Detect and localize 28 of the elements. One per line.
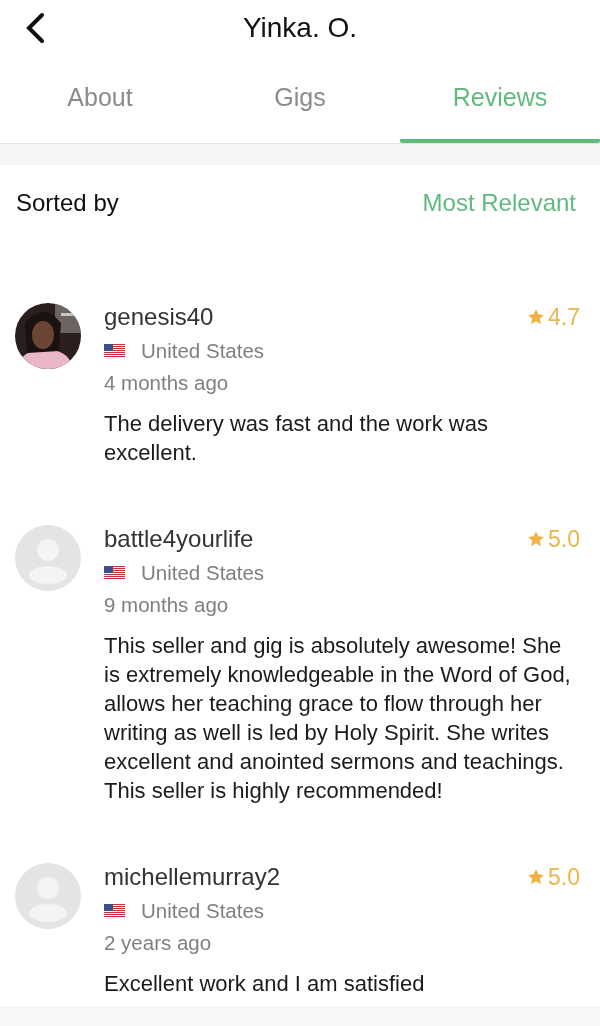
- review-time: 4 months ago: [104, 371, 230, 395]
- avatar-placeholder-icon: [15, 525, 81, 591]
- profile-title: Yinka. O.: [242, 11, 358, 44]
- reviewer-name: michellemurray2: [104, 863, 281, 891]
- tab[interactable]: About: [0, 55, 200, 143]
- star-icon: [527, 308, 545, 326]
- country-name: United States: [141, 899, 265, 923]
- star-icon: [527, 868, 545, 886]
- reviewer-name: genesis40: [104, 303, 214, 331]
- avatar-placeholder-icon: [15, 863, 81, 929]
- country-name: United States: [141, 339, 265, 363]
- star-icon: [527, 530, 545, 548]
- flag-icon: [104, 344, 125, 358]
- rating-value: 5.0: [548, 863, 580, 891]
- rating-value: 5.0: [548, 525, 580, 553]
- flag-icon: [104, 566, 125, 580]
- tab[interactable]: Gigs: [200, 55, 400, 143]
- review-text: The delivery was fast and the work was excellent.: [104, 410, 489, 467]
- review-text: Excellent work and I am satisfied: [104, 970, 426, 998]
- rating-value: 4.7: [548, 303, 580, 331]
- country-name: United States: [141, 561, 265, 585]
- review-time: 2 years ago: [104, 931, 213, 955]
- review-text: This seller and gig is absolutely awesome! She is extremely knowledgeable in the Word of God, allows her teaching grace to flow through her writing as well is led by Holy Spirit. She writes excellent and anointed sermons and teachings. This seller is highly recommended!: [104, 632, 572, 805]
- sort-label: Sorted by: [16, 189, 119, 217]
- review-time: 9 months ago: [104, 593, 230, 617]
- sort-option-link[interactable]: Most Relevant: [422, 189, 576, 217]
- reviewer-name: battle4yourlife: [104, 525, 254, 553]
- flag-icon: [104, 904, 125, 918]
